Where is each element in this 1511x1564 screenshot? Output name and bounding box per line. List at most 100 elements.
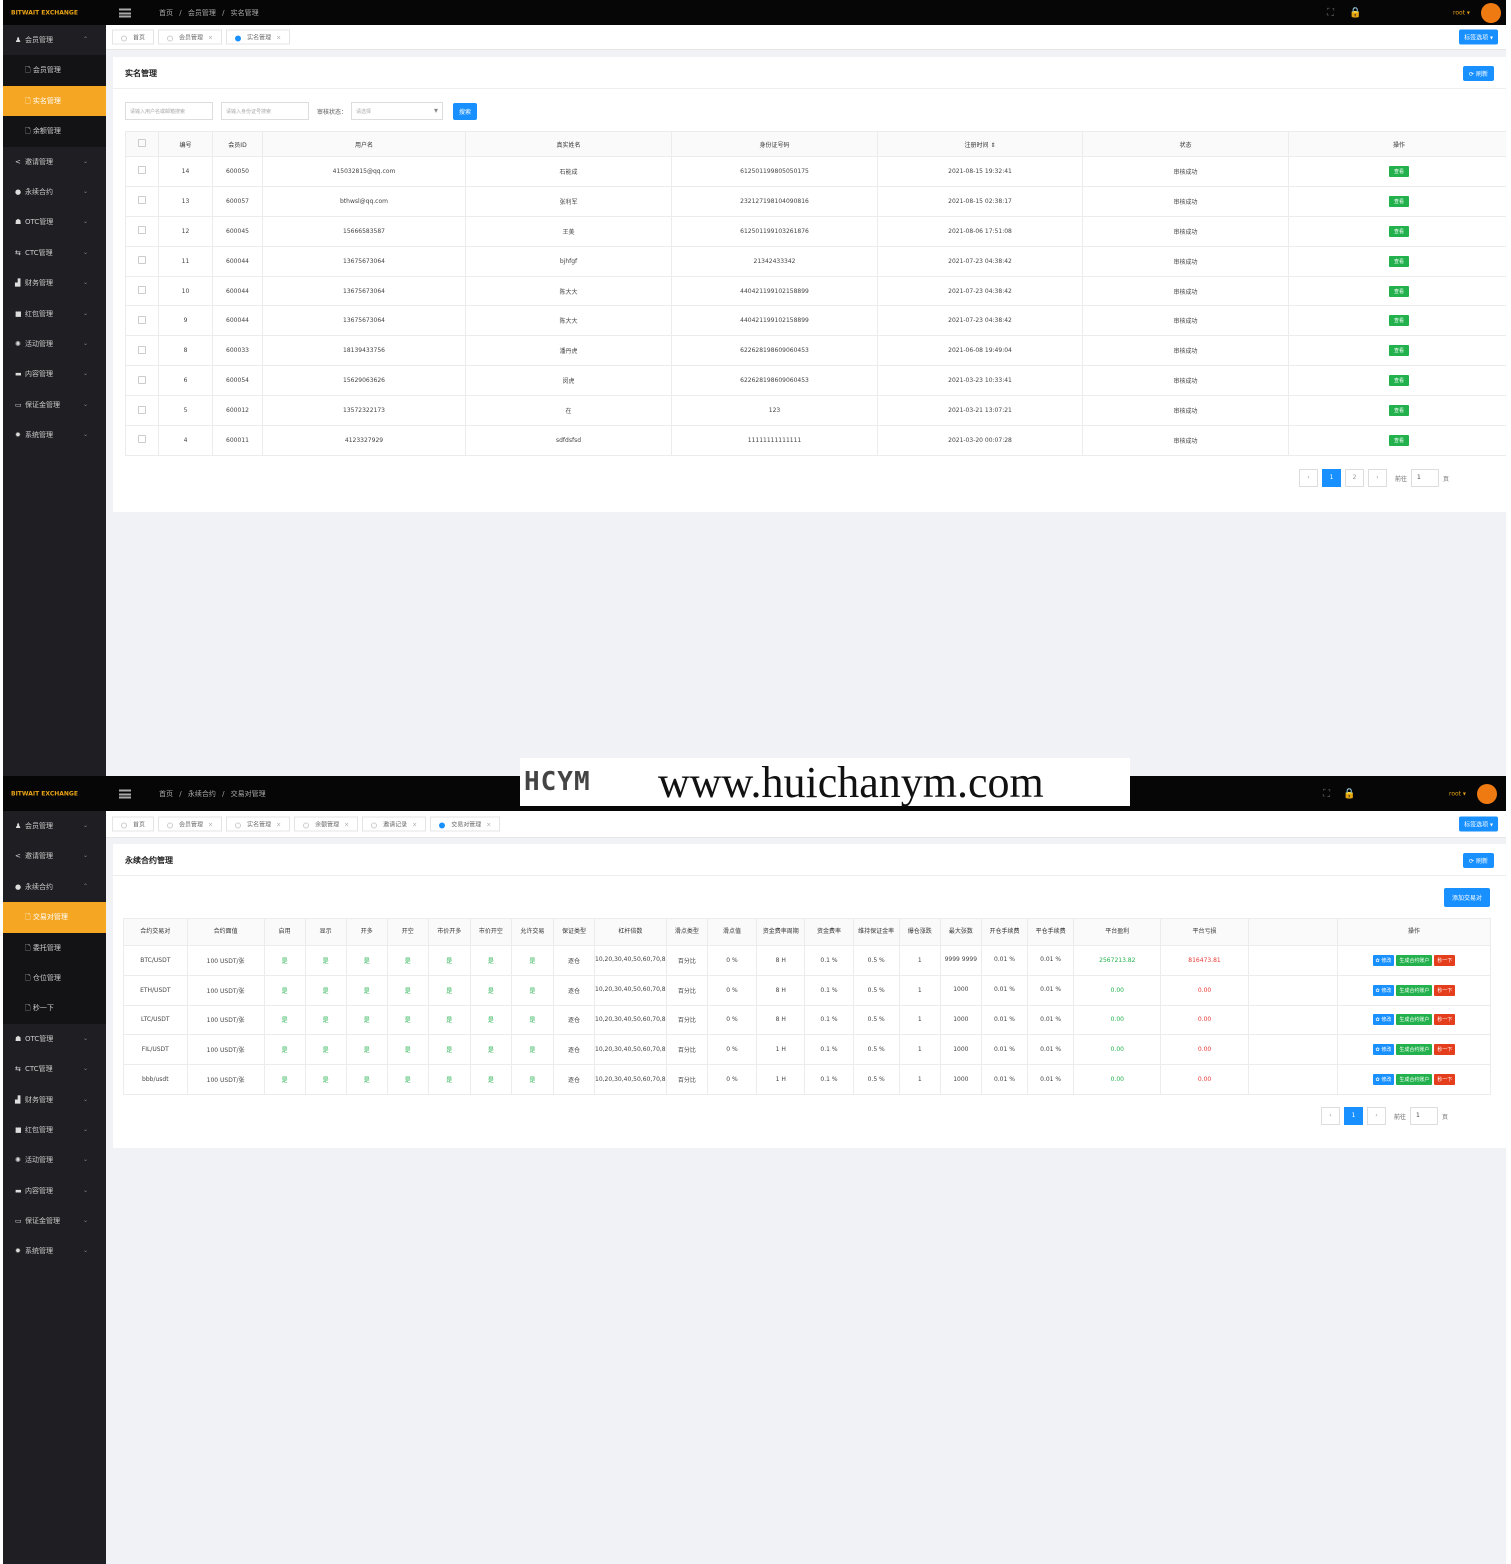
- sidebar-item[interactable]: ▬ 内容管理 ⌄: [3, 1176, 106, 1206]
- generate-account-button[interactable]: 生成合约账户: [1396, 1044, 1433, 1056]
- next-page-button[interactable]: ›: [1367, 1107, 1386, 1125]
- row-checkbox[interactable]: [138, 435, 146, 444]
- edit-button[interactable]: ✿ 修改: [1372, 1044, 1395, 1056]
- close-icon[interactable]: ×: [276, 35, 281, 42]
- page-number-button[interactable]: 1: [1322, 469, 1341, 487]
- search-button[interactable]: 搜索: [453, 102, 478, 120]
- sidebar-item[interactable]: < 邀请管理 ⌄: [3, 147, 106, 177]
- tab-options-button[interactable]: 标签选项 ▾: [1459, 816, 1498, 832]
- tab[interactable]: 交易对管理 ×: [430, 816, 501, 832]
- edit-button[interactable]: ✿ 修改: [1372, 1074, 1395, 1086]
- row-checkbox[interactable]: [138, 166, 146, 175]
- sidebar-item[interactable]: ✹ 系统管理 ⌄: [3, 1236, 106, 1266]
- generate-account-button[interactable]: 生成合约账户: [1396, 954, 1433, 966]
- tab[interactable]: 首页: [112, 29, 155, 45]
- generate-account-button[interactable]: 生成合约账户: [1396, 984, 1433, 996]
- sidebar-item[interactable]: ▭ 保证金管理 ⌄: [3, 1206, 106, 1236]
- sidebar-item[interactable]: ✺ 活动管理 ⌄: [3, 1145, 106, 1175]
- goto-page-input[interactable]: 1: [1410, 1107, 1439, 1125]
- menu-toggle-icon[interactable]: [119, 8, 131, 17]
- sidebar-item[interactable]: 🗋 仓位管理: [3, 962, 106, 994]
- generate-account-button[interactable]: 生成合约账户: [1396, 1074, 1433, 1086]
- prev-page-button[interactable]: ‹: [1299, 469, 1318, 487]
- sidebar-item[interactable]: ■ 红包管理 ⌄: [3, 299, 106, 329]
- breadcrumb-item[interactable]: 会员管理: [188, 9, 216, 17]
- refresh-button[interactable]: ⟳ 刷新: [1463, 853, 1494, 868]
- flash-down-button[interactable]: 秒一下: [1434, 1014, 1456, 1026]
- select-all-checkbox[interactable]: [138, 139, 146, 147]
- sidebar-item[interactable]: ▬ 内容管理 ⌄: [3, 359, 106, 389]
- sidebar-item[interactable]: 🗋 会员管理: [3, 55, 106, 86]
- sidebar-item[interactable]: ✺ 活动管理 ⌄: [3, 329, 106, 359]
- sidebar-item[interactable]: 🗋 实名管理: [3, 85, 106, 117]
- row-checkbox[interactable]: [138, 286, 146, 294]
- view-button[interactable]: 查看: [1388, 225, 1409, 237]
- view-button[interactable]: 查看: [1388, 285, 1409, 297]
- status-select[interactable]: 请选择: [351, 102, 444, 120]
- view-button[interactable]: 查看: [1388, 315, 1409, 327]
- username-search-input[interactable]: 请输入用户名或邮箱搜索: [125, 102, 213, 120]
- avatar[interactable]: [1477, 783, 1497, 804]
- tab-options-button[interactable]: 标签选项 ▾: [1459, 29, 1498, 45]
- view-button[interactable]: 查看: [1388, 255, 1409, 267]
- tab[interactable]: 会员管理 ×: [158, 816, 223, 832]
- row-checkbox[interactable]: [138, 375, 146, 384]
- page-number-button[interactable]: 2: [1345, 469, 1364, 487]
- user-menu[interactable]: root ▾: [1449, 790, 1466, 797]
- flash-down-button[interactable]: 秒一下: [1434, 1074, 1456, 1086]
- row-checkbox[interactable]: [138, 345, 146, 354]
- tab[interactable]: 实名管理 ×: [226, 816, 291, 832]
- edit-button[interactable]: ✿ 修改: [1372, 1014, 1395, 1026]
- fullscreen-icon[interactable]: ⛶: [1327, 7, 1334, 18]
- lock-icon[interactable]: 🔒: [1349, 7, 1361, 18]
- flash-down-button[interactable]: 秒一下: [1434, 954, 1456, 966]
- tab[interactable]: 实名管理 ×: [226, 29, 291, 45]
- row-checkbox[interactable]: [138, 196, 146, 205]
- sidebar-item[interactable]: 🗋 秒一下: [3, 993, 106, 1024]
- view-button[interactable]: 查看: [1388, 375, 1409, 387]
- flash-down-button[interactable]: 秒一下: [1434, 984, 1456, 996]
- sidebar-item[interactable]: ● 永续合约 ⌃: [3, 872, 106, 902]
- row-checkbox[interactable]: [138, 256, 146, 265]
- sidebar-item[interactable]: ☗ OTC管理 ⌄: [3, 207, 106, 237]
- edit-button[interactable]: ✿ 修改: [1372, 984, 1395, 996]
- page-number-button[interactable]: 1: [1344, 1107, 1363, 1125]
- prev-page-button[interactable]: ‹: [1321, 1107, 1340, 1125]
- sidebar-item[interactable]: ♟ 会员管理 ⌃: [3, 25, 106, 55]
- fullscreen-icon[interactable]: ⛶: [1323, 788, 1330, 799]
- sidebar-item[interactable]: ● 永续合约 ⌄: [3, 177, 106, 207]
- row-checkbox[interactable]: [138, 226, 146, 235]
- flash-down-button[interactable]: 秒一下: [1434, 1044, 1456, 1056]
- tab[interactable]: 首页: [112, 816, 155, 832]
- brand-logo[interactable]: BITWAIT EXCHANGE: [11, 790, 78, 797]
- generate-account-button[interactable]: 生成合约账户: [1396, 1014, 1433, 1026]
- refresh-button[interactable]: ⟳ 刷新: [1463, 66, 1494, 81]
- breadcrumb-item[interactable]: 首页: [159, 790, 173, 798]
- close-icon[interactable]: ×: [412, 822, 417, 829]
- brand-logo[interactable]: BITWAIT EXCHANGE: [11, 9, 78, 16]
- sidebar-item[interactable]: ♟ 会员管理 ⌄: [3, 811, 106, 841]
- sidebar-item[interactable]: 🗋 委托管理: [3, 932, 106, 963]
- close-icon[interactable]: ×: [208, 35, 213, 42]
- add-trading-pair-button[interactable]: 添加交易对: [1443, 888, 1490, 907]
- goto-page-input[interactable]: 1: [1411, 469, 1440, 487]
- row-checkbox[interactable]: [138, 405, 146, 414]
- view-button[interactable]: 查看: [1388, 434, 1409, 446]
- tab[interactable]: 会员管理 ×: [158, 29, 223, 45]
- close-icon[interactable]: ×: [344, 822, 349, 829]
- edit-button[interactable]: ✿ 修改: [1372, 954, 1395, 966]
- view-button[interactable]: 查看: [1388, 165, 1409, 177]
- avatar[interactable]: [1481, 2, 1501, 23]
- next-page-button[interactable]: ›: [1368, 469, 1387, 487]
- tab[interactable]: 余额管理 ×: [294, 816, 359, 832]
- sidebar-item[interactable]: ⇆ CTC管理 ⌄: [3, 1054, 106, 1084]
- lock-icon[interactable]: 🔒: [1343, 788, 1355, 799]
- view-button[interactable]: 查看: [1388, 405, 1409, 417]
- sidebar-item[interactable]: < 邀请管理 ⌄: [3, 841, 106, 871]
- breadcrumb-item[interactable]: 首页: [159, 9, 173, 17]
- row-checkbox[interactable]: [138, 315, 146, 324]
- sidebar-item[interactable]: ▟ 财务管理 ⌄: [3, 1085, 106, 1115]
- view-button[interactable]: 查看: [1388, 195, 1409, 207]
- close-icon[interactable]: ×: [276, 822, 281, 829]
- sidebar-item[interactable]: 🗋 余额管理: [3, 116, 106, 147]
